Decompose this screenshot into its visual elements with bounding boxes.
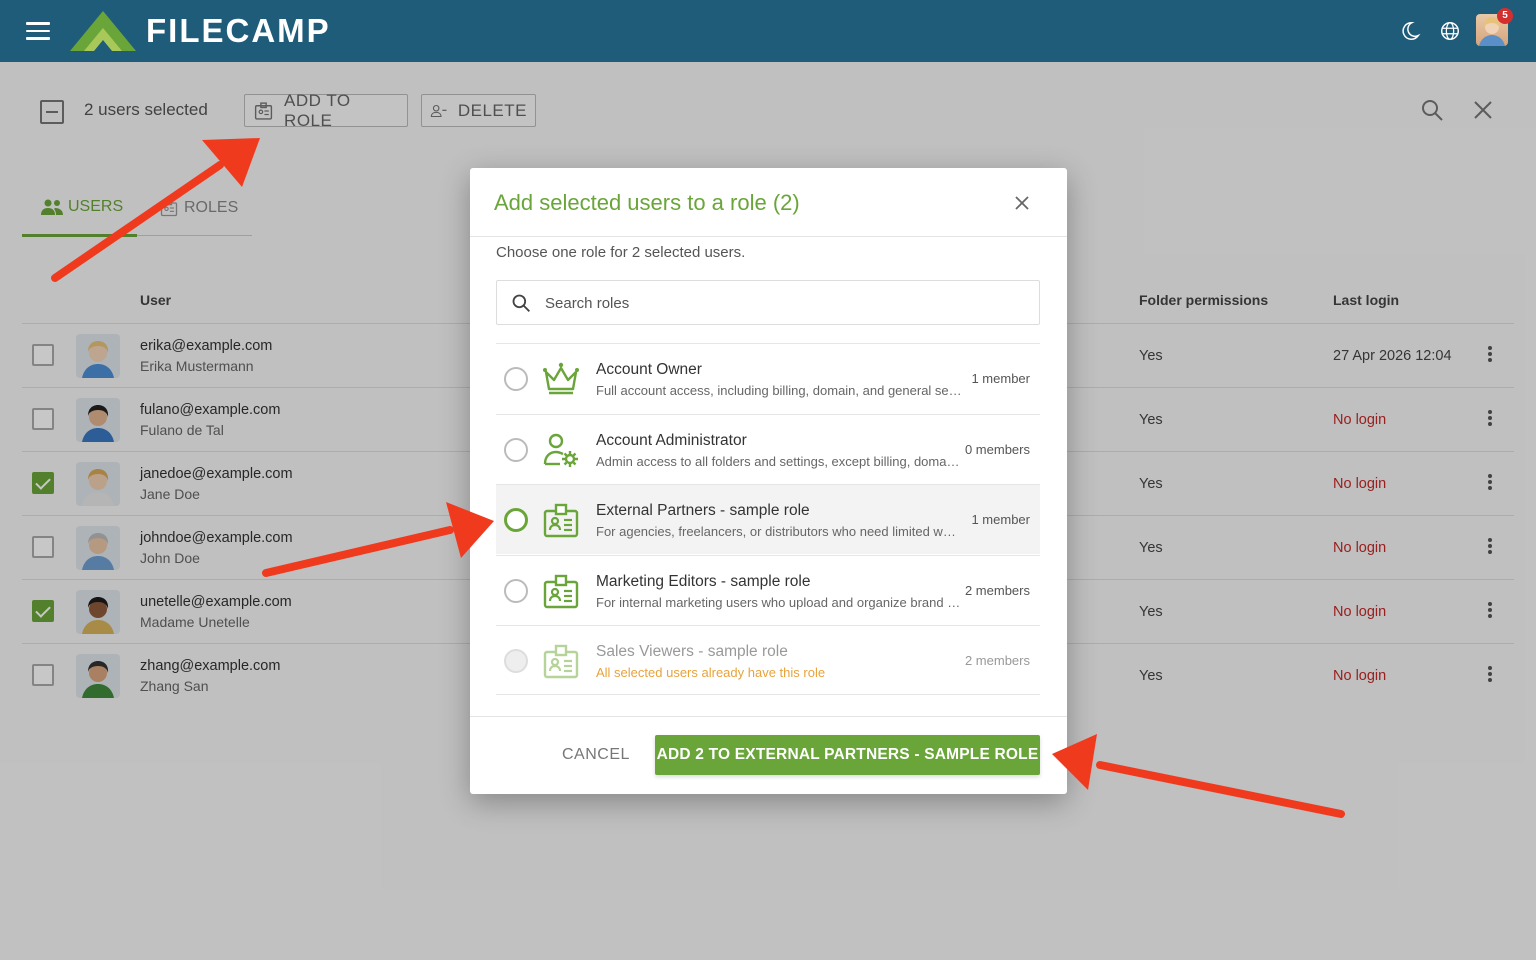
role-member-count: 1 member (971, 371, 1030, 386)
role-radio (504, 649, 528, 673)
dark-mode-icon[interactable] (1399, 20, 1421, 42)
globe-icon[interactable] (1439, 20, 1461, 42)
id-badge-icon (542, 572, 580, 610)
id-badge-icon (542, 642, 580, 680)
id-badge-icon (542, 501, 580, 539)
role-radio[interactable] (504, 508, 528, 532)
filecamp-logo[interactable]: FILECAMP (70, 10, 331, 52)
role-name: Account Administrator (596, 431, 747, 449)
add-to-role-confirm-button[interactable]: ADD 2 TO EXTERNAL PARTNERS - SAMPLE ROLE (655, 735, 1040, 775)
role-option[interactable]: Account Administrator Admin access to all… (496, 413, 1040, 484)
role-option[interactable]: External Partners - sample role For agenc… (496, 484, 1040, 554)
role-name: Marketing Editors - sample role (596, 572, 811, 590)
search-roles-input[interactable] (545, 291, 1025, 315)
top-bar: FILECAMP 5 (0, 0, 1536, 62)
divider (470, 716, 1067, 717)
role-description: Admin access to all folders and settings… (596, 453, 962, 469)
dialog-subtitle: Choose one role for 2 selected users. (496, 244, 746, 261)
search-roles-field[interactable] (496, 280, 1040, 325)
role-description: All selected users already have this rol… (596, 665, 826, 680)
divider (496, 694, 1040, 695)
role-description: For agencies, freelancers, or distributo… (596, 524, 962, 539)
role-member-count: 2 members (964, 582, 1030, 598)
cancel-button[interactable]: CANCEL (548, 735, 644, 775)
add-to-role-dialog: Add selected users to a role (2) Choose … (470, 168, 1067, 794)
role-name: Sales Viewers - sample role (596, 643, 788, 660)
search-icon (512, 294, 530, 312)
close-icon[interactable] (1013, 194, 1031, 212)
role-description: For internal marketing users who upload … (596, 594, 962, 610)
dialog-title: Add selected users to a role (2) (494, 190, 800, 215)
role-member-count: 0 members (964, 441, 1030, 457)
role-name: External Partners - sample role (596, 502, 810, 519)
divider (470, 236, 1067, 237)
role-option: Sales Viewers - sample role All selected … (496, 625, 1040, 695)
crown-icon (542, 360, 580, 398)
role-member-count: 1 member (971, 512, 1030, 527)
menu-icon[interactable] (26, 22, 50, 40)
role-radio[interactable] (504, 367, 528, 391)
user-gear-icon (542, 431, 580, 469)
role-name: Account Owner (596, 361, 702, 378)
role-radio[interactable] (504, 437, 528, 462)
role-option[interactable]: Marketing Editors - sample role For inter… (496, 554, 1040, 625)
role-option[interactable]: Account Owner Full account access, includ… (496, 343, 1040, 413)
notification-badge[interactable]: 5 (1497, 8, 1513, 24)
role-radio[interactable] (504, 578, 528, 603)
role-description: Full account access, including billing, … (596, 383, 962, 398)
filecamp-logo-mark (70, 11, 136, 51)
brand-name: FILECAMP (146, 12, 331, 49)
role-member-count: 2 members (964, 653, 1030, 668)
